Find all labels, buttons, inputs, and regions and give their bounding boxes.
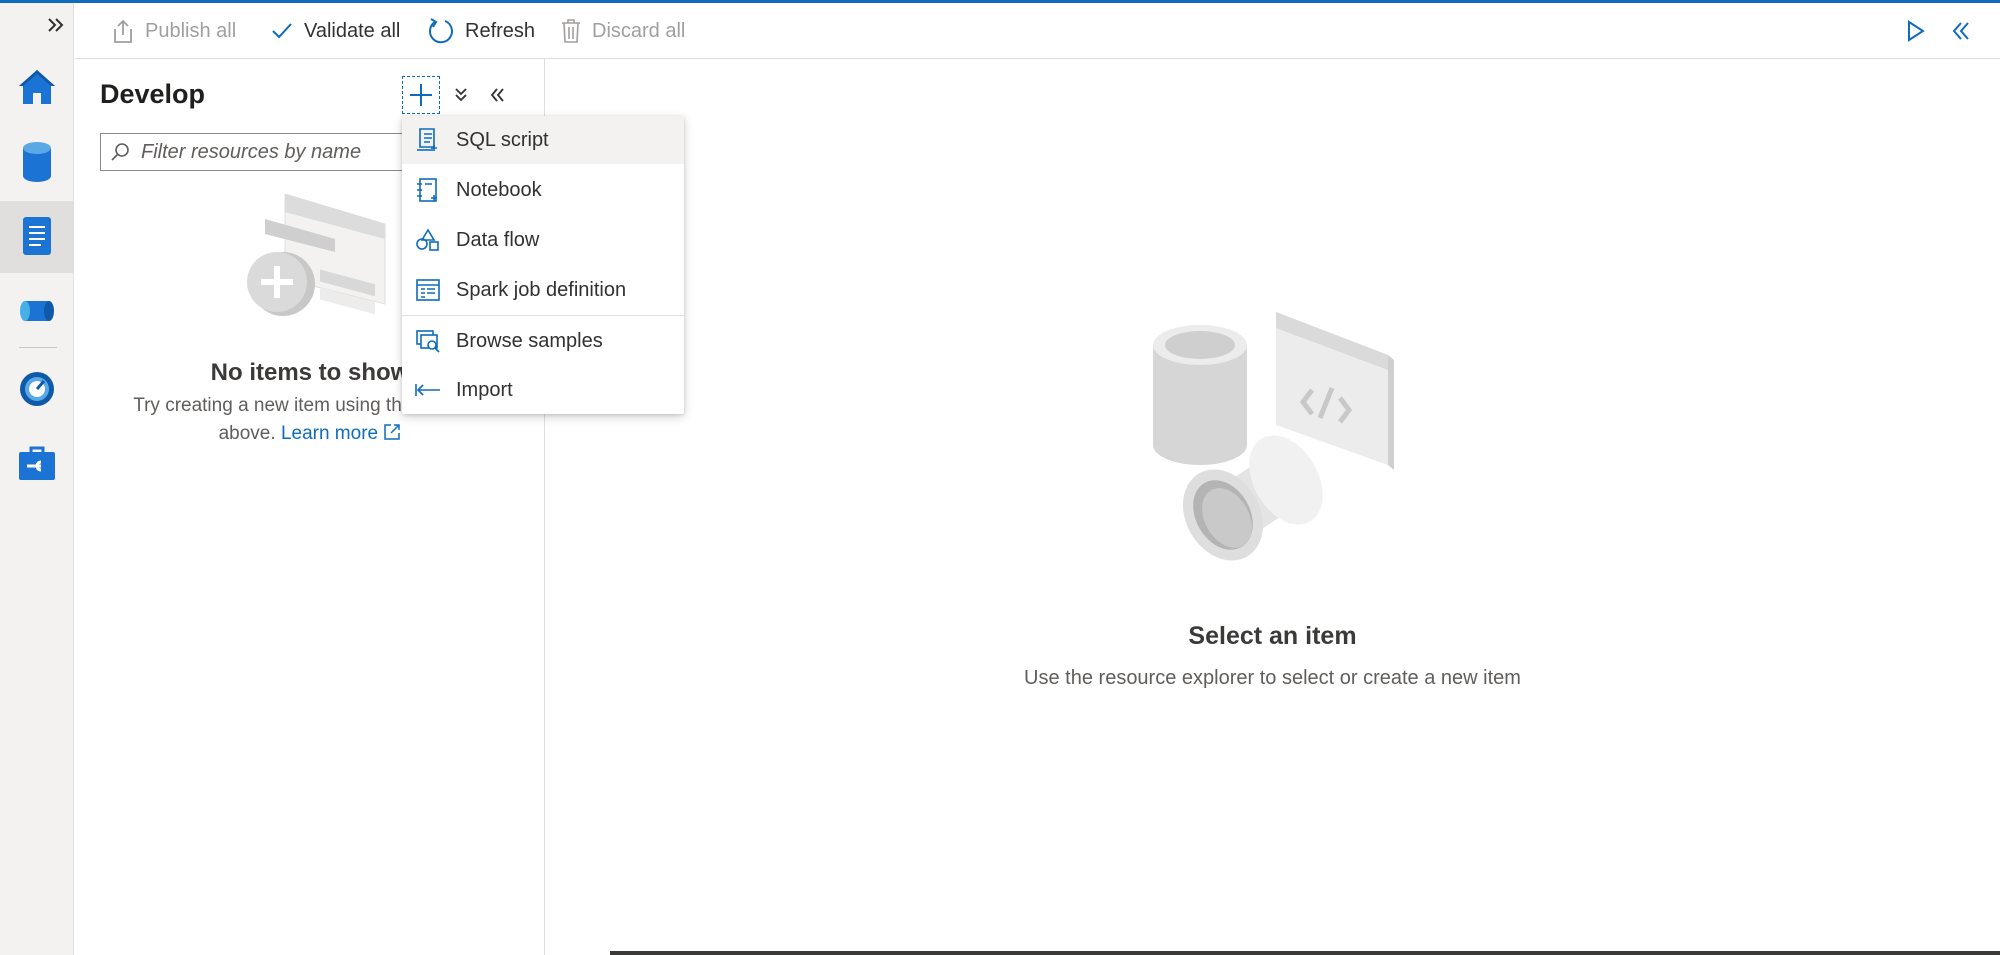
select-item-illustration [1153,312,1394,561]
rail-integrate[interactable] [0,275,74,347]
checkmark-icon [272,23,292,39]
rail-home[interactable] [0,51,74,123]
rail-monitor[interactable] [0,353,74,425]
menu-item-sql-script[interactable]: SQL script [402,116,684,164]
left-nav-rail [0,3,74,955]
pane-title: Develop [100,79,206,109]
menu-item-label: Import [456,378,513,401]
refresh-label: Refresh [465,19,536,42]
rail-develop[interactable] [0,201,74,273]
publish-all-label: Publish all [145,19,237,42]
validate-all-label: Validate all [304,19,401,42]
discard-all-label: Discard all [592,19,686,42]
main-empty-title: Select an item [1188,622,1357,650]
develop-icon [23,217,51,255]
menu-item-spark-job-definition[interactable]: Spark job definition [402,266,684,314]
monitor-icon [20,372,54,406]
rail-divider [19,347,57,348]
publish-all-button[interactable]: Publish all [111,13,236,49]
menu-item-label: SQL script [456,128,549,151]
main-empty-subtitle: Use the resource explorer to select or c… [1024,667,1521,689]
pane-actions [402,76,512,114]
plus-icon [410,84,432,106]
external-link-icon [384,424,401,440]
learn-more-link[interactable]: Learn more [281,423,401,444]
discard-all-button[interactable]: Discard all [560,13,685,49]
data-icon [23,142,51,182]
rail-data[interactable] [0,126,74,198]
add-resource-menu: SQL script Notebook Data flow Spark job … [402,116,684,414]
double-chevron-left-icon [490,88,504,102]
data-flow-icon [416,228,439,251]
menu-item-browse-samples[interactable]: Browse samples [402,317,684,365]
collapse-pane-button[interactable] [482,76,512,114]
collapse-panel-button[interactable] [1945,15,1977,47]
import-icon [415,384,440,396]
play-icon [1908,20,1925,42]
home-icon [19,70,55,104]
menu-item-data-flow[interactable]: Data flow [402,216,684,264]
menu-item-label: Spark job definition [456,278,627,301]
validate-all-button[interactable]: Validate all [270,13,400,49]
double-chevron-down-icon [455,88,467,102]
expand-all-button[interactable] [446,76,476,114]
menu-item-label: Data flow [456,228,540,251]
empty-list-illustration [247,193,386,316]
menu-divider [402,315,684,316]
integrate-icon [20,301,54,321]
sql-script-icon [417,128,437,151]
notebook-icon [417,178,437,202]
bottom-edge-bar [610,951,2000,955]
menu-item-notebook[interactable]: Notebook [402,166,684,214]
top-toolbar: Publish all Validate all Refresh Discard… [75,3,2000,59]
refresh-icon [428,18,453,44]
search-icon [111,143,129,161]
rail-manage[interactable] [0,428,74,500]
menu-item-label: Browse samples [456,329,603,352]
refresh-button[interactable]: Refresh [427,13,535,49]
menu-item-label: Notebook [456,178,542,201]
double-chevron-left-icon [1952,22,1969,40]
expand-nav-icon[interactable] [44,13,68,37]
browse-samples-icon [416,330,440,353]
learn-more-label: Learn more [280,423,379,444]
manage-icon [19,446,55,480]
menu-item-import[interactable]: Import [402,366,684,414]
publish-icon [114,19,132,43]
spark-job-icon [416,279,440,301]
add-new-resource-button[interactable] [402,76,440,114]
trash-icon [562,19,580,43]
run-button[interactable] [1899,15,1931,47]
